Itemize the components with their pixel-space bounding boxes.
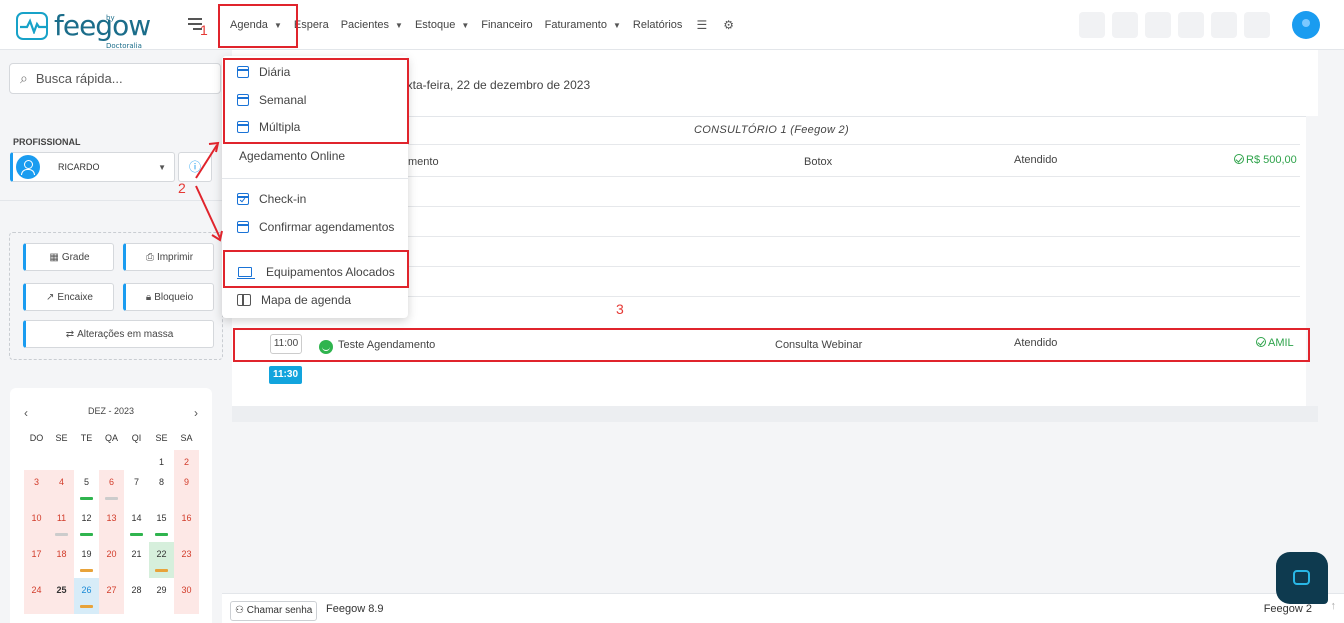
annotation-number-3: 3 bbox=[616, 301, 624, 317]
annotation-number-2: 2 bbox=[178, 180, 186, 196]
chat-button[interactable] bbox=[1276, 552, 1328, 604]
chat-icon bbox=[1293, 570, 1310, 585]
annotation-arrows bbox=[195, 141, 223, 242]
footer-brand: Feegow 2 bbox=[1263, 603, 1312, 615]
users-icon: ⚇ bbox=[235, 605, 247, 616]
arrow-up-icon[interactable]: ↑ bbox=[1331, 600, 1337, 612]
chamar-senha-button[interactable]: ⚇ Chamar senha bbox=[230, 601, 318, 621]
version-text: Feegow 8.9 bbox=[326, 603, 384, 615]
footer: ⚇ Chamar senha Feegow 8.9 Feegow 2 ↑ bbox=[222, 593, 1344, 623]
